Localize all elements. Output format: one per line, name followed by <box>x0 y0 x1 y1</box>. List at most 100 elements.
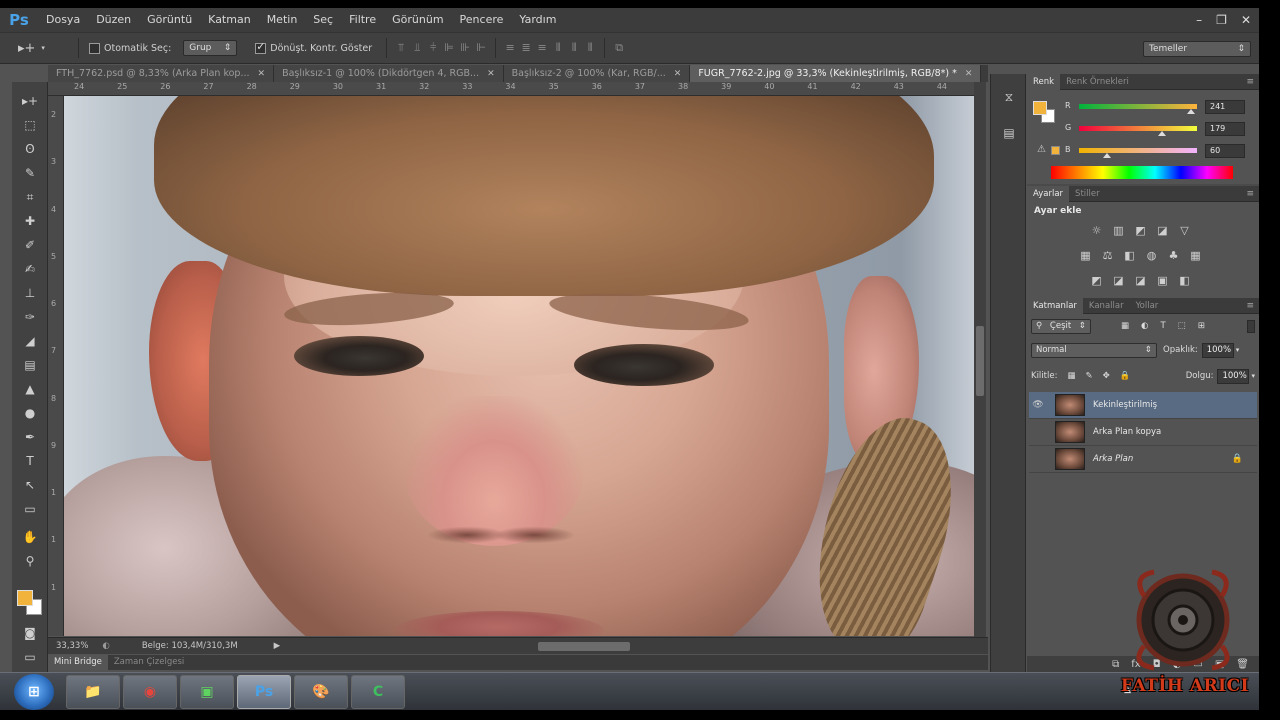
distribute-top-icon[interactable]: ≡ <box>502 41 518 55</box>
gradient-map-icon[interactable]: ◧ <box>1178 274 1191 287</box>
taskbar-chrome-icon[interactable]: ◉ <box>123 675 177 709</box>
close-icon[interactable]: ✕ <box>674 69 682 79</box>
properties-icon[interactable]: ▤ <box>1000 124 1018 142</box>
quick-mask-icon[interactable]: ◙ <box>12 622 48 644</box>
channel-value[interactable]: 60 <box>1205 144 1245 158</box>
close-icon[interactable]: ✕ <box>487 69 495 79</box>
marquee-tool-icon[interactable]: ⬚ <box>12 114 48 136</box>
align-hcenter-icon[interactable]: ⊪ <box>457 41 473 55</box>
channel-value[interactable]: 179 <box>1205 122 1245 136</box>
panel-menu-icon[interactable]: ≡ <box>1246 301 1259 311</box>
document-canvas[interactable] <box>64 96 974 636</box>
tab-ayarlar[interactable]: Ayarlar <box>1027 185 1070 202</box>
color-spectrum-bar[interactable] <box>1051 166 1233 179</box>
zoom-level[interactable]: 33,33% <box>56 641 88 651</box>
channel-slider[interactable] <box>1079 148 1197 153</box>
color-balance-icon[interactable]: ⚖ <box>1101 249 1114 262</box>
slider-thumb[interactable] <box>1186 109 1195 114</box>
taskbar-paint-icon[interactable]: 🎨 <box>294 675 348 709</box>
exposure-icon[interactable]: ◪ <box>1156 224 1169 237</box>
align-right-icon[interactable]: ⊩ <box>473 41 489 55</box>
filter-shape-icon[interactable]: ⬚ <box>1178 321 1186 331</box>
menu-sec[interactable]: Seç <box>305 8 341 32</box>
tab-renk[interactable]: Renk <box>1027 73 1061 90</box>
threshold-icon[interactable]: ◪ <box>1134 274 1147 287</box>
distribute-left-icon[interactable]: ⦀ <box>550 41 566 55</box>
align-vcenter-icon[interactable]: ⫫ <box>409 41 425 55</box>
distribute-bottom-icon[interactable]: ≡ <box>534 41 550 55</box>
vertical-scrollbar[interactable] <box>974 82 986 637</box>
foreground-color-swatch[interactable] <box>1033 101 1047 115</box>
menu-yardim[interactable]: Yardım <box>511 8 564 32</box>
healing-brush-tool-icon[interactable]: ✐ <box>12 234 48 256</box>
type-tool-icon[interactable]: T <box>12 450 48 472</box>
show-transform-checkbox[interactable]: Dönüşt. Kontr. Göster <box>255 40 372 54</box>
tab-stiller[interactable]: Stiller <box>1069 186 1106 202</box>
vertical-scroll-thumb[interactable] <box>976 326 984 396</box>
brightness-icon[interactable]: ☼ <box>1090 224 1103 237</box>
close-icon[interactable]: ✕ <box>258 69 266 79</box>
align-left-icon[interactable]: ⊫ <box>441 41 457 55</box>
visibility-eye-icon[interactable] <box>1029 446 1047 473</box>
chevron-down-icon[interactable]: ▾ <box>1251 372 1255 380</box>
menu-pencere[interactable]: Pencere <box>452 8 512 32</box>
path-select-tool-icon[interactable]: ↖ <box>12 474 48 496</box>
close-icon[interactable]: ✕ <box>965 69 973 79</box>
history-brush-tool-icon[interactable]: ✑ <box>12 306 48 328</box>
channel-slider[interactable] <box>1079 104 1197 109</box>
eyedropper-tool-icon[interactable]: ✚ <box>12 210 48 232</box>
filter-type-icon[interactable]: T <box>1160 321 1165 331</box>
align-bottom-icon[interactable]: ⫩ <box>425 41 441 55</box>
lock-position-icon[interactable]: ✥ <box>1103 371 1110 381</box>
history-icon[interactable]: ⧖ <box>1000 88 1018 106</box>
filter-pixel-icon[interactable]: ▦ <box>1121 321 1129 331</box>
hue-saturation-icon[interactable]: ▦ <box>1079 249 1092 262</box>
gradient-tool-icon[interactable]: ▤ <box>12 354 48 376</box>
photo-filter-icon[interactable]: ◍ <box>1145 249 1158 262</box>
minimize-button[interactable]: – <box>1196 13 1202 27</box>
status-menu-arrow[interactable]: ▶ <box>274 641 281 651</box>
move-tool-icon[interactable]: ▸+ <box>12 90 48 112</box>
channel-value[interactable]: 241 <box>1205 100 1245 114</box>
menu-goruntu[interactable]: Görüntü <box>139 8 200 32</box>
layer-filter-dropdown[interactable]: ⚲ Çeşit ⇕ <box>1031 318 1091 334</box>
black-white-icon[interactable]: ◧ <box>1123 249 1136 262</box>
auto-select-checkbox[interactable]: Otomatik Seç: <box>89 42 171 54</box>
taskbar-explorer-icon[interactable]: 📁 <box>66 675 120 709</box>
taskbar-app-icon[interactable]: ▣ <box>180 675 234 709</box>
fill-field[interactable]: 100% <box>1217 368 1250 384</box>
layer-name[interactable]: Arka Plan kopya <box>1093 427 1161 437</box>
blur-tool-icon[interactable]: ▲ <box>12 378 48 400</box>
curves-icon[interactable]: ◩ <box>1134 224 1147 237</box>
color-lookup-icon[interactable]: ▦ <box>1189 249 1202 262</box>
channel-slider[interactable] <box>1079 126 1197 131</box>
clone-stamp-tool-icon[interactable]: ⊥ <box>12 282 48 304</box>
web-safe-swatch[interactable] <box>1051 146 1060 155</box>
menu-filtre[interactable]: Filtre <box>341 8 384 32</box>
link-layers-icon[interactable]: ⧉ <box>1112 659 1119 670</box>
levels-icon[interactable]: ▥ <box>1112 224 1125 237</box>
filter-adjustment-icon[interactable]: ◐ <box>1141 321 1148 331</box>
chevron-down-icon[interactable]: ▾ <box>1236 346 1240 354</box>
workspace-dropdown[interactable]: Temeller ⇕ <box>1143 41 1251 57</box>
menu-dosya[interactable]: Dosya <box>38 8 88 32</box>
menu-duzen[interactable]: Düzen <box>88 8 139 32</box>
filter-smart-object-icon[interactable]: ⊞ <box>1198 321 1205 331</box>
crop-tool-icon[interactable]: ⌗ <box>12 186 48 208</box>
lock-transparent-icon[interactable]: ▦ <box>1067 371 1075 381</box>
panel-menu-icon[interactable]: ≡ <box>1246 189 1259 199</box>
distribute-right-icon[interactable]: ⦀ <box>582 41 598 55</box>
layer-row[interactable]: Arka Plan kopya <box>1029 419 1257 446</box>
auto-select-dropdown[interactable]: Grup ⇕ <box>183 40 238 56</box>
tool-preset-picker[interactable]: ▸+ ▾ <box>18 37 72 59</box>
brush-tool-icon[interactable]: ✍ <box>12 258 48 280</box>
menu-gorunum[interactable]: Görünüm <box>384 8 451 32</box>
align-top-icon[interactable]: ⫪ <box>393 41 409 55</box>
hand-tool-icon[interactable]: ✋ <box>12 526 48 548</box>
invert-icon[interactable]: ◩ <box>1090 274 1103 287</box>
slider-thumb[interactable] <box>1157 131 1166 136</box>
layer-name[interactable]: Arka Plan <box>1093 454 1133 464</box>
doc-tab[interactable]: Başlıksız-1 @ 100% (Dikdörtgen 4, RGB...… <box>274 65 504 82</box>
quick-select-tool-icon[interactable]: ✎ <box>12 162 48 184</box>
layer-row[interactable]: Arka Plan 🔒 <box>1029 446 1257 473</box>
